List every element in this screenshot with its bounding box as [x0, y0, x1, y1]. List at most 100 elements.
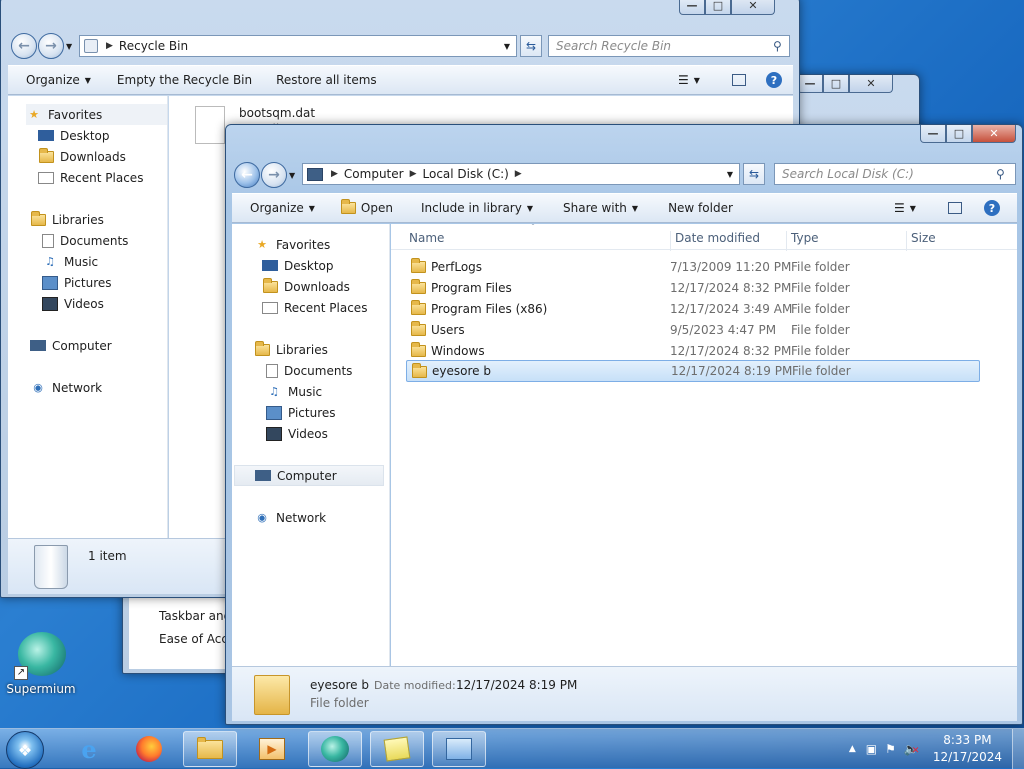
- forward-button[interactable]: →: [38, 33, 64, 59]
- address-dropdown-icon[interactable]: ▼: [504, 42, 510, 51]
- show-desktop-button[interactable]: [1012, 729, 1024, 769]
- desktop-icon-supermium[interactable]: ↗ Supermium: [4, 628, 78, 698]
- help-button[interactable]: ?: [756, 72, 792, 88]
- address-dropdown-icon[interactable]: ▼: [727, 170, 733, 179]
- nav-desktop[interactable]: Desktop: [254, 255, 389, 276]
- minimize-button[interactable]: —: [920, 125, 946, 143]
- nav-computer[interactable]: Computer: [234, 465, 384, 486]
- table-row[interactable]: Users 9/5/2023 4:47 PM File folder: [407, 319, 981, 340]
- back-button[interactable]: ←: [234, 162, 260, 188]
- table-row[interactable]: Program Files (x86) 12/17/2024 3:49 AM F…: [407, 298, 981, 319]
- volume-muted-icon[interactable]: 🔈 ✕: [904, 742, 920, 756]
- recycle-search-input[interactable]: Search Recycle Bin: [548, 35, 790, 57]
- nav-favorites[interactable]: ★ Favorites: [254, 234, 389, 255]
- column-type[interactable]: Type: [786, 231, 819, 251]
- open-button[interactable]: Open: [331, 199, 403, 215]
- nav-downloads[interactable]: Downloads: [30, 146, 167, 167]
- explorer-search-input[interactable]: Search Local Disk (C:): [774, 163, 1016, 185]
- breadcrumb-separator-icon[interactable]: ▶: [515, 169, 522, 179]
- explorer-window[interactable]: — □ ✕ ← → ▼ ▶ Computer ▶ Local Disk (C:)…: [225, 124, 1023, 725]
- share-label: Share with: [563, 201, 627, 215]
- explorer-nav-pane: ★ Favorites Desktop Downloads Recent Plac…: [232, 224, 390, 666]
- history-dropdown-icon[interactable]: ▼: [66, 42, 72, 51]
- nav-libraries[interactable]: Libraries: [30, 209, 167, 230]
- close-button[interactable]: ✕: [731, 0, 775, 15]
- breadcrumb-computer[interactable]: Computer: [344, 167, 404, 181]
- refresh-button[interactable]: ⇆: [520, 35, 542, 57]
- nav-favorites[interactable]: ★ Favorites: [26, 104, 167, 125]
- view-options-button[interactable]: ☰ ▼: [884, 201, 926, 215]
- close-button[interactable]: ✕: [972, 125, 1016, 143]
- help-button[interactable]: ?: [974, 200, 1010, 216]
- close-button[interactable]: ✕: [849, 75, 893, 93]
- network-status-icon[interactable]: ▣: [866, 742, 877, 756]
- internet-explorer-icon: e: [81, 734, 97, 764]
- column-date-modified[interactable]: Date modified: [670, 231, 760, 251]
- share-with-button[interactable]: Share with ▼: [553, 201, 648, 215]
- maximize-button[interactable]: □: [705, 0, 731, 15]
- action-center-flag-icon[interactable]: ⚑: [885, 742, 896, 756]
- nav-recent-places[interactable]: Recent Places: [30, 167, 167, 188]
- breadcrumb-separator-icon[interactable]: ▶: [410, 169, 417, 179]
- maximize-button[interactable]: □: [946, 125, 972, 143]
- taskbar-control-panel[interactable]: [432, 731, 486, 767]
- forward-button[interactable]: →: [261, 162, 287, 188]
- minimize-button[interactable]: —: [797, 75, 823, 93]
- nav-recent-places[interactable]: Recent Places: [254, 297, 389, 318]
- nav-downloads[interactable]: Downloads: [254, 276, 389, 297]
- explorer-caption-buttons: — □ ✕: [920, 125, 1016, 143]
- taskbar-explorer[interactable]: [183, 731, 237, 767]
- recycle-address-bar[interactable]: ▶ Recycle Bin ▼: [79, 35, 517, 57]
- taskbar-media-player[interactable]: ▶: [245, 731, 299, 767]
- nav-pictures[interactable]: Pictures: [254, 402, 389, 423]
- taskbar-supermium[interactable]: [308, 731, 362, 767]
- nav-computer[interactable]: Computer: [30, 335, 167, 356]
- taskbar-sticky-notes[interactable]: [370, 731, 424, 767]
- nav-music[interactable]: ♫ Music: [254, 381, 389, 402]
- empty-recycle-bin-button[interactable]: Empty the Recycle Bin: [107, 73, 262, 87]
- new-folder-button[interactable]: New folder: [658, 201, 743, 215]
- start-button[interactable]: ❖: [6, 731, 44, 769]
- background-text-2[interactable]: Ease of Acce: [159, 632, 235, 646]
- nav-documents[interactable]: Documents: [254, 360, 389, 381]
- nav-pictures[interactable]: Pictures: [30, 272, 167, 293]
- maximize-button[interactable]: □: [823, 75, 849, 93]
- breadcrumb-local-disk[interactable]: Local Disk (C:): [423, 167, 509, 181]
- show-hidden-icons-icon[interactable]: ▲: [849, 744, 856, 754]
- nav-videos[interactable]: Videos: [254, 423, 389, 444]
- minimize-button[interactable]: —: [679, 0, 705, 15]
- explorer-address-bar[interactable]: ▶ Computer ▶ Local Disk (C:) ▶ ▼: [302, 163, 740, 185]
- table-row-selected[interactable]: eyesore b 12/17/2024 8:19 PM File folder: [406, 360, 980, 382]
- nav-documents[interactable]: Documents: [30, 230, 167, 251]
- back-button[interactable]: ←: [11, 33, 37, 59]
- refresh-button[interactable]: ⇆: [743, 163, 765, 185]
- table-row[interactable]: Windows 12/17/2024 8:32 PM File folder: [407, 340, 981, 361]
- taskbar-internet-explorer[interactable]: e: [62, 731, 116, 767]
- breadcrumb-separator-icon[interactable]: ▶: [106, 41, 113, 51]
- clock[interactable]: 8:33 PM 12/17/2024: [923, 732, 1012, 766]
- include-in-library-button[interactable]: Include in library ▼: [411, 201, 543, 215]
- preview-pane-button[interactable]: [938, 202, 972, 214]
- nav-network[interactable]: ◉ Network: [30, 377, 167, 398]
- organize-button[interactable]: Organize ▼: [8, 73, 101, 87]
- nav-music[interactable]: ♫ Music: [30, 251, 167, 272]
- taskbar-firefox[interactable]: [122, 731, 176, 767]
- nav-videos[interactable]: Videos: [30, 293, 167, 314]
- background-text-1[interactable]: Taskbar and: [159, 609, 231, 623]
- column-name[interactable]: Name: [409, 231, 444, 245]
- view-options-button[interactable]: ☰ ▼: [668, 73, 710, 87]
- preview-pane-button[interactable]: [722, 74, 756, 86]
- breadcrumb-separator-icon[interactable]: ▶: [331, 169, 338, 179]
- nav-desktop[interactable]: Desktop: [30, 125, 167, 146]
- organize-button[interactable]: Organize ▼: [232, 201, 325, 215]
- history-dropdown-icon[interactable]: ▼: [289, 171, 295, 180]
- table-row[interactable]: Program Files 12/17/2024 8:32 PM File fo…: [407, 277, 981, 298]
- nav-libraries[interactable]: Libraries: [254, 339, 389, 360]
- nav-network[interactable]: ◉ Network: [254, 507, 389, 528]
- search-icon[interactable]: ⚲: [773, 39, 782, 53]
- table-row[interactable]: PerfLogs 7/13/2009 11:20 PM File folder: [407, 256, 981, 277]
- column-size[interactable]: Size: [906, 231, 936, 251]
- restore-all-items-button[interactable]: Restore all items: [266, 73, 387, 87]
- breadcrumb-recycle-bin[interactable]: Recycle Bin: [119, 39, 188, 53]
- search-icon[interactable]: ⚲: [996, 167, 1005, 181]
